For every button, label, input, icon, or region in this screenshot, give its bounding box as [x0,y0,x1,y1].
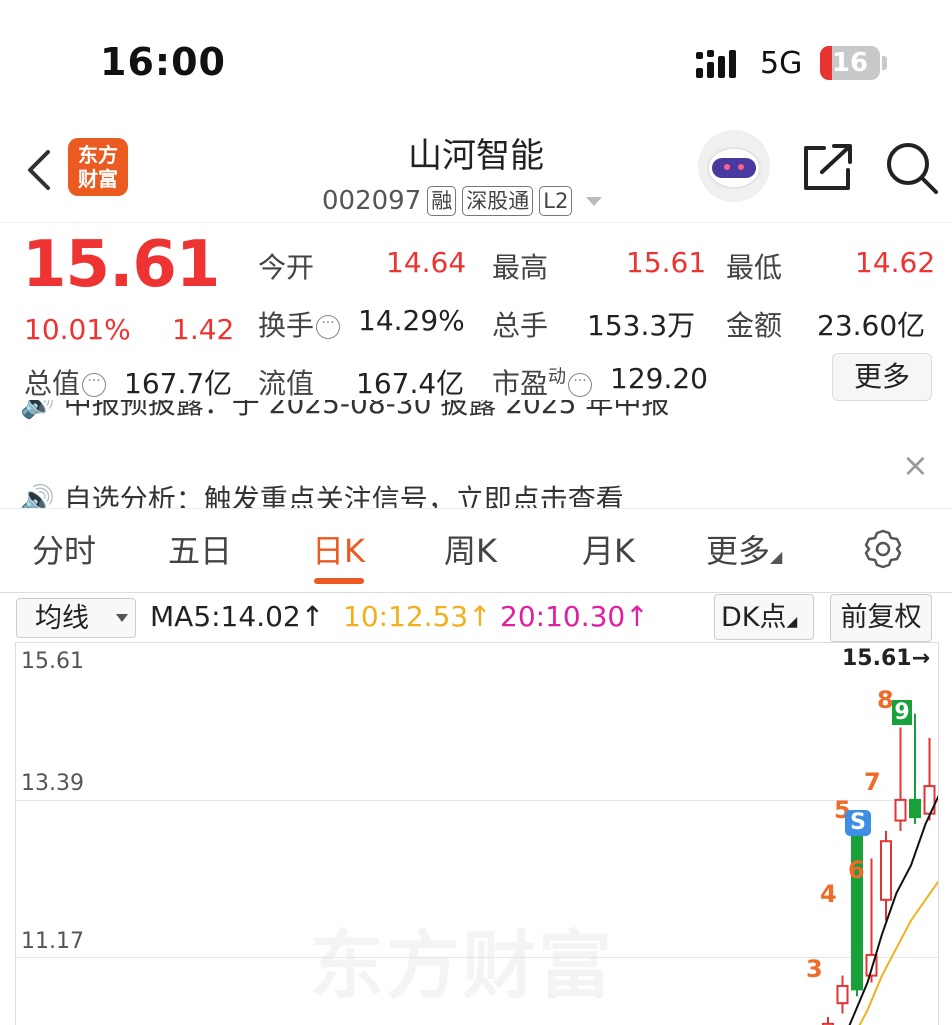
chevron-down-icon [116,614,128,622]
open-label: 今开 [258,251,315,284]
battery-tip [882,56,887,70]
more-info-icon[interactable]: ··· [82,373,107,397]
candle-body [836,984,849,1005]
volume-label: 总手 [492,309,549,342]
header-divider [0,222,952,223]
signal-marker: 3 [806,955,823,983]
cellular-signal-icon [696,50,736,78]
news-ticker-2[interactable]: 🔊 自选分析：触发重点关注信号，立即点击查看 [20,478,920,508]
high-price-label: 15.61→ [842,646,931,671]
battery-icon: 16 [820,46,880,80]
kline-chart[interactable]: 15.61 13.39 11.17 [15,642,939,1025]
tab-intraday[interactable]: 分时 [32,526,96,572]
tabs-divider [0,592,952,593]
tab-daily-k[interactable]: 日K [312,526,365,572]
candle-body [894,798,907,822]
tab-more[interactable]: 更多◢ [706,526,782,572]
signal-marker: 7 [864,768,881,796]
ma5-value: MA5:14.02↑ [150,600,325,633]
status-time: 16:00 [100,40,226,84]
pe-dynamic-sup: 动 [548,366,567,388]
pe-label-text: 市盈 [492,367,549,400]
gear-icon[interactable] [862,528,904,570]
news-text-1: 中报预披露：于 2025-08-30 披露 2025 年中报 [63,400,670,420]
connect-tag: 深股通 [462,186,534,216]
turnover-label: 换手 ··· [258,304,341,344]
robot-assistant-icon[interactable] [698,130,770,202]
ma10-value: 10:12.53↑ [343,600,492,633]
pe-label: 市盈动 ··· [492,362,593,402]
signal-marker: 9 [892,700,912,725]
more-info-icon[interactable]: ··· [568,373,593,397]
signal-marker: 4 [820,880,837,908]
sell-signal-badge[interactable]: S [845,810,871,836]
candle-body [909,798,921,819]
speaker-icon: 🔊 [20,400,64,420]
change-amount: 1.42 [172,313,235,346]
speaker-icon: 🔊 [20,483,64,508]
amount-label: 金额 [726,309,783,342]
turnover-label-text: 换手 [258,309,315,342]
battery-level: 16 [831,48,869,78]
tab-more-label: 更多 [706,532,771,570]
float-cap-value: 167.4亿 [356,367,465,400]
active-tab-indicator [314,578,364,584]
share-icon[interactable] [800,142,856,194]
float-cap-label: 流值 [258,367,315,400]
market-cap-label-text: 总值 [24,367,81,400]
signal-marker: 6 [848,856,865,884]
stock-code: 002097 [322,186,422,216]
candle-body [880,840,892,901]
more-stats-button[interactable]: 更多 [832,353,932,401]
dk-point-label: DK点 [721,602,787,633]
period-tabs: 分时 五日 日K 周K 月K 更多◢ [0,526,952,576]
last-price: 15.61 [22,228,220,302]
tab-monthly-k[interactable]: 月K [582,526,635,572]
ma20-value: 20:10.30↑ [500,600,649,633]
network-type: 5G [760,46,803,81]
search-icon[interactable] [884,140,940,196]
candles-layer [822,713,938,1025]
level2-tag: L2 [539,186,573,216]
stock-code-row[interactable]: 002097 融 深股通 L2 [322,183,603,219]
low-label: 最低 [726,251,783,284]
high-value: 15.61 [626,246,707,279]
news-text-2: 自选分析：触发重点关注信号，立即点击查看 [63,483,624,508]
chevron-down-icon[interactable] [586,196,603,206]
adjust-button[interactable]: 前复权 [830,594,932,642]
more-info-icon[interactable]: ··· [316,315,341,339]
tab-five-day[interactable]: 五日 [168,526,232,572]
high-label: 最高 [492,251,549,284]
pe-value: 129.20 [610,362,708,395]
news-ticker-1[interactable]: 🔊 中报预披露：于 2025-08-30 披露 2025 年中报 [20,400,920,430]
change-percent: 10.01% [24,313,131,346]
turnover-value: 14.29% [358,304,465,337]
margin-tag: 融 [427,186,457,216]
corner-caret-icon: ◢ [770,547,783,566]
open-value: 14.64 [386,246,467,279]
low-value: 14.62 [855,246,936,279]
dk-point-button[interactable]: DK点◢ [714,594,814,640]
tab-weekly-k[interactable]: 周K [444,526,497,572]
corner-caret-icon: ◢ [786,614,798,630]
market-cap-value: 167.7亿 [124,367,233,400]
amount-value: 23.60亿 [817,309,926,342]
volume-value: 153.3万 [587,309,696,342]
market-cap-label: 总值 ··· [24,362,107,402]
news-divider [0,508,952,509]
